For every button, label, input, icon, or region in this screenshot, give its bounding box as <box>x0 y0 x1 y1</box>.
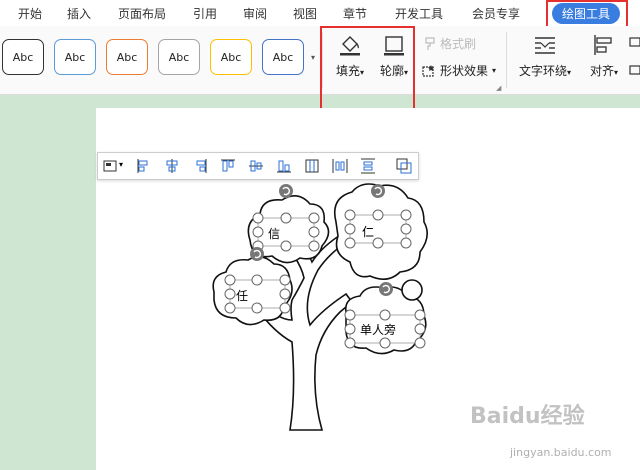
small-cloud-circle[interactable] <box>401 279 423 301</box>
cloud-label-xin[interactable]: 信 <box>268 225 280 242</box>
cloud-label-dan-ren-pang[interactable]: 单人旁 <box>360 321 396 338</box>
cloud-label-ren-trust[interactable]: 任 <box>236 287 248 304</box>
rotate-icon <box>371 184 385 198</box>
baidu-watermark-url: jingyan.baidu.com <box>510 446 612 459</box>
baidu-watermark: Baidu经验 <box>470 404 585 429</box>
cloud-label-ren-benevolence[interactable]: 仁 <box>362 223 374 240</box>
cloud-ren-trust[interactable] <box>212 256 293 326</box>
rotate-icon <box>250 247 264 261</box>
rotate-icon <box>379 282 393 296</box>
rotate-icon <box>279 184 293 198</box>
